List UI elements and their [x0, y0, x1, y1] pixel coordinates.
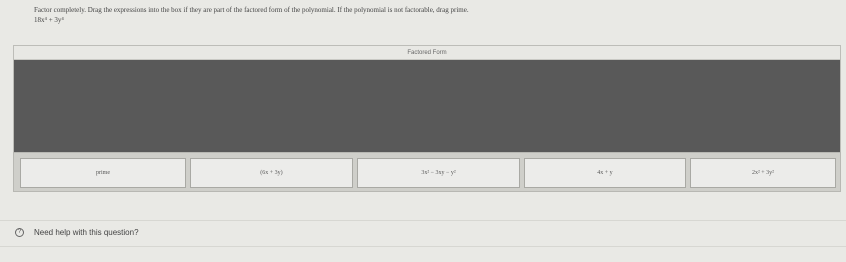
- factored-form-drop-zone[interactable]: Factored Form: [13, 45, 841, 152]
- section-divider: [0, 220, 846, 221]
- question-instructions: Factor completely. Drag the expressions …: [34, 6, 469, 14]
- tile-expression[interactable]: 4x + y: [524, 158, 686, 188]
- polynomial-expression: 18x⁴ + 3y⁴: [34, 16, 64, 24]
- tile-expression[interactable]: (6x + 3y): [190, 158, 353, 188]
- expression-tile-tray: prime (6x + 3y) 3x² − 3xy − y² 4x + y 2x…: [13, 152, 841, 192]
- help-link[interactable]: ? Need help with this question?: [15, 228, 139, 237]
- help-label: Need help with this question?: [34, 228, 139, 237]
- section-divider: [0, 246, 846, 247]
- drop-zone-header: Factored Form: [14, 46, 840, 60]
- help-circle-icon: ?: [15, 228, 24, 237]
- tile-expression[interactable]: 3x² − 3xy − y²: [357, 158, 520, 188]
- drop-area[interactable]: [14, 60, 840, 152]
- tile-prime[interactable]: prime: [20, 158, 186, 188]
- tile-expression[interactable]: 2x² + 3y²: [690, 158, 836, 188]
